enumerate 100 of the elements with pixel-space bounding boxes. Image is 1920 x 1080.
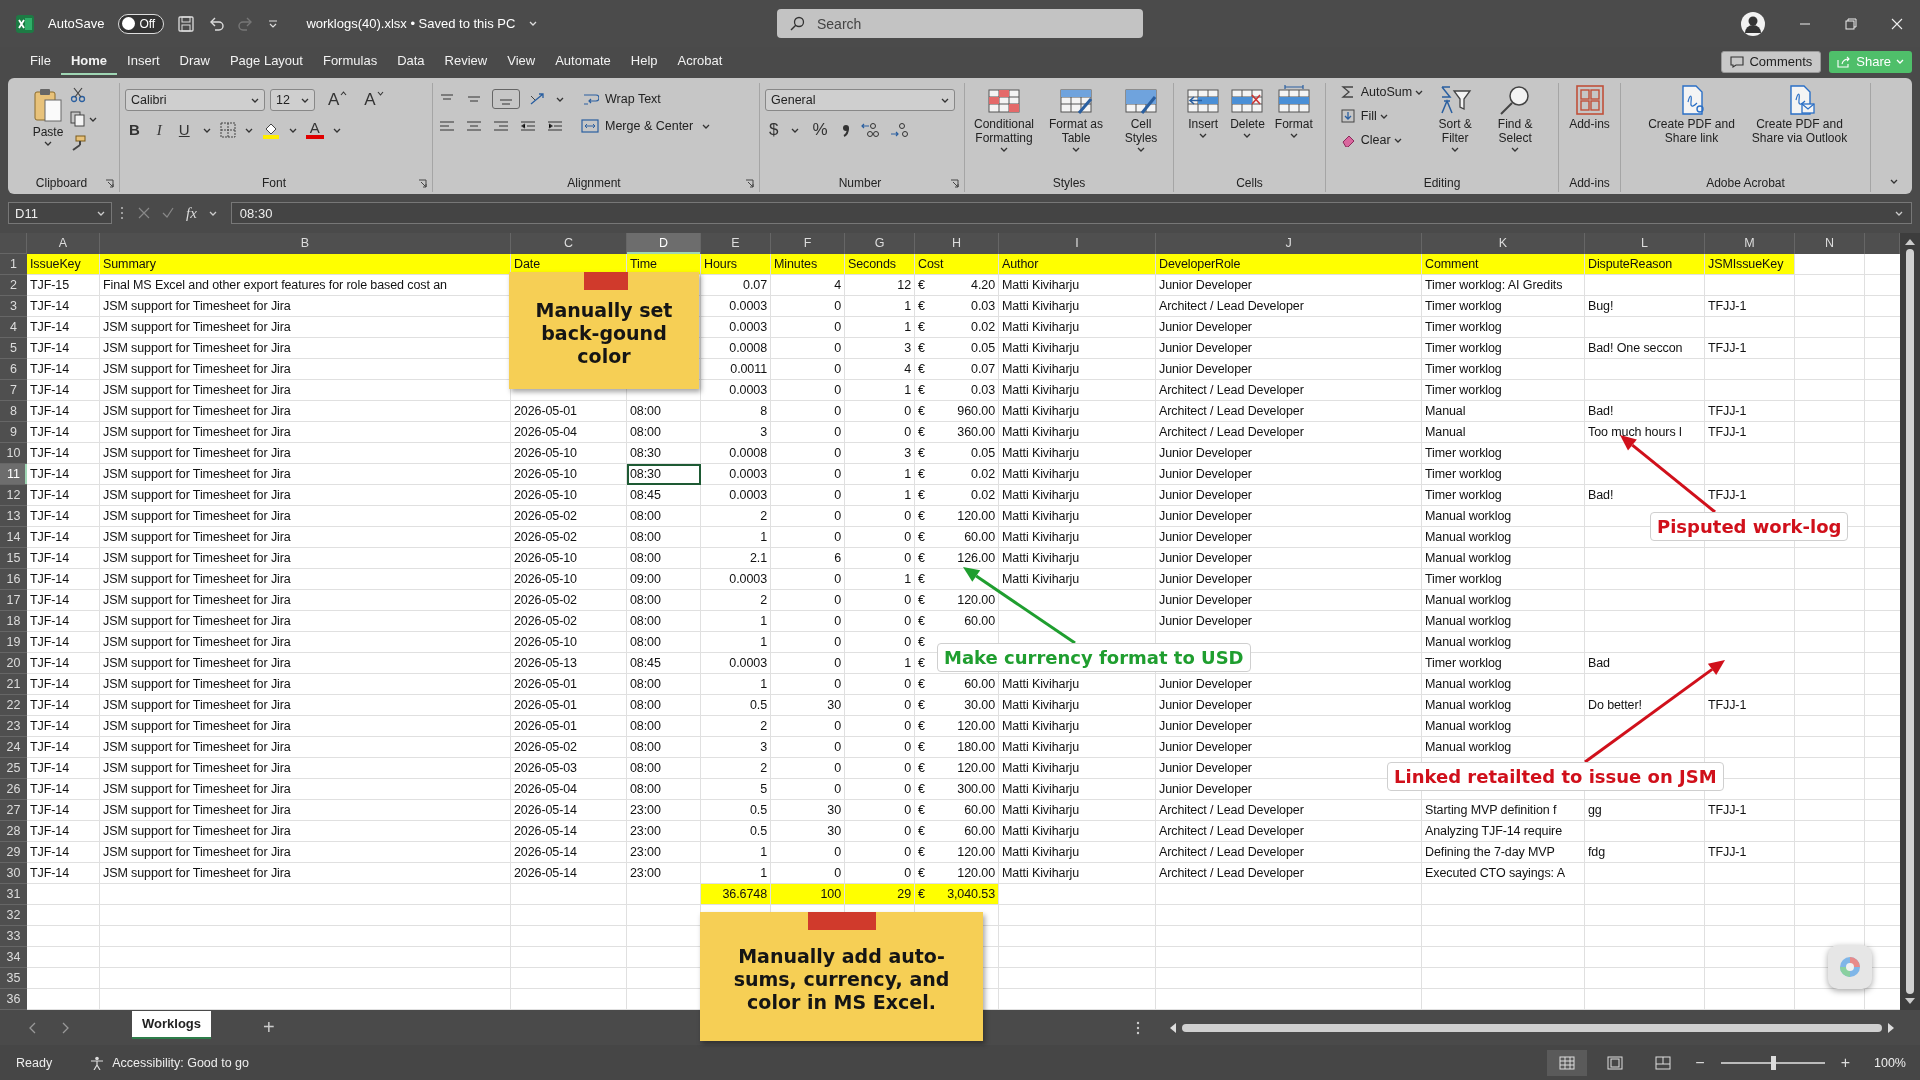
row-header[interactable]: 34 <box>0 947 27 968</box>
font-color-button[interactable]: A <box>305 121 324 139</box>
row-header[interactable]: 15 <box>0 548 27 569</box>
column-header[interactable]: F <box>771 233 845 254</box>
row-header[interactable]: 7 <box>0 380 27 401</box>
wrap-text-button[interactable]: Wrap Text <box>583 92 661 106</box>
caret-icon[interactable] <box>1511 147 1520 152</box>
caret-icon[interactable] <box>1379 113 1388 119</box>
ribbon-button[interactable]: Conditional Formatting <box>970 83 1038 154</box>
zoom-level[interactable]: 100% <box>1874 1055 1906 1070</box>
row-header[interactable]: 22 <box>0 695 27 716</box>
caret-icon[interactable] <box>301 97 309 103</box>
merge-center-button[interactable]: Merge & Center <box>581 119 694 133</box>
row-header[interactable]: 4 <box>0 317 27 338</box>
page-layout-icon[interactable] <box>1607 1055 1624 1070</box>
italic-button[interactable]: I <box>152 121 166 139</box>
customize-caret-icon[interactable] <box>268 19 279 28</box>
menu-tab[interactable]: Page Layout <box>219 48 313 75</box>
dialog-launcher-icon[interactable] <box>105 178 114 188</box>
menu-tab[interactable]: View <box>497 48 546 75</box>
table-cell[interactable]: 08:30 <box>627 464 701 485</box>
search-field[interactable]: Search <box>777 9 1143 38</box>
caret-icon[interactable] <box>702 123 711 129</box>
cancel-icon[interactable] <box>138 207 150 219</box>
document-title[interactable]: worklogs(40).xlsx • Saved to this PC <box>306 16 516 31</box>
underline-button[interactable]: U <box>174 121 194 139</box>
format-painter-icon[interactable] <box>70 135 87 151</box>
accessibility-status[interactable]: Accessibility: Good to go <box>112 1055 249 1070</box>
row-header[interactable]: 2 <box>0 275 27 296</box>
next-sheet-icon[interactable] <box>62 1021 70 1034</box>
ribbon-button[interactable]: Cell Styles <box>1114 83 1168 154</box>
column-header[interactable]: G <box>845 233 915 254</box>
fill-color-icon[interactable] <box>261 121 280 139</box>
caret-icon[interactable] <box>556 96 564 102</box>
row-header[interactable]: 20 <box>0 653 27 674</box>
row-header[interactable]: 27 <box>0 800 27 821</box>
row-header[interactable]: 29 <box>0 842 27 863</box>
row-header[interactable]: 33 <box>0 926 27 947</box>
ribbon-button[interactable]: Add-ins <box>1566 83 1613 133</box>
caret-icon[interactable] <box>1072 147 1080 152</box>
row-header[interactable]: 17 <box>0 590 27 611</box>
row-header[interactable]: 5 <box>0 338 27 359</box>
row-header[interactable]: 28 <box>0 821 27 842</box>
scissors-icon[interactable] <box>70 87 87 103</box>
column-header[interactable]: L <box>1585 233 1705 254</box>
vertical-scrollbar[interactable] <box>1900 233 1920 1010</box>
column-header[interactable]: N <box>1795 233 1865 254</box>
increase-indent-icon[interactable] <box>546 119 564 133</box>
ribbon-button[interactable]: Clear <box>1340 133 1391 147</box>
caret-icon[interactable] <box>1000 147 1008 152</box>
enter-icon[interactable] <box>162 207 174 219</box>
row-header[interactable]: 1 <box>0 254 27 275</box>
add-sheet-button[interactable]: + <box>263 1016 275 1039</box>
menu-tab[interactable]: Automate <box>545 48 621 75</box>
menu-tab[interactable]: Review <box>434 48 498 75</box>
row-header[interactable]: 24 <box>0 737 27 758</box>
menu-tab[interactable]: Insert <box>117 48 170 75</box>
column-header[interactable]: C <box>511 233 627 254</box>
column-header[interactable]: E <box>701 233 771 254</box>
row-header[interactable]: 10 <box>0 443 27 464</box>
row-header[interactable]: 9 <box>0 422 27 443</box>
menu-tab[interactable]: Help <box>620 48 668 75</box>
dialog-launcher-icon[interactable] <box>418 178 427 188</box>
caret-icon[interactable] <box>1137 147 1145 152</box>
row-header[interactable]: 14 <box>0 527 27 548</box>
zoom-slider[interactable] <box>1720 1055 1825 1070</box>
menu-tab[interactable]: Draw <box>169 48 220 75</box>
row-header[interactable]: 6 <box>0 359 27 380</box>
menu-tab[interactable]: Home <box>60 48 118 75</box>
row-header[interactable]: 30 <box>0 863 27 884</box>
comma-style-icon[interactable] <box>840 122 851 138</box>
caret-icon[interactable] <box>1199 133 1208 138</box>
ribbon-button[interactable]: Delete <box>1227 83 1268 140</box>
menu-tab[interactable]: Formulas <box>312 48 388 75</box>
caret-icon[interactable] <box>89 116 98 122</box>
ribbon-button[interactable]: Sort & Filter <box>1427 83 1484 154</box>
row-header[interactable]: 3 <box>0 296 27 317</box>
row-header[interactable]: 19 <box>0 632 27 653</box>
caret-icon[interactable] <box>791 127 800 133</box>
ribbon-button[interactable]: Create PDF and Share link <box>1639 83 1744 147</box>
percent-button[interactable]: % <box>808 121 832 139</box>
menu-tab[interactable]: Data <box>387 48 435 75</box>
increase-decimal-icon[interactable] <box>859 122 880 138</box>
caret-icon[interactable] <box>44 141 52 146</box>
ribbon-button[interactable]: Insert <box>1183 83 1224 140</box>
row-header[interactable]: 35 <box>0 968 27 989</box>
caret-icon[interactable] <box>1890 179 1898 184</box>
increase-font-size-button[interactable]: A <box>324 91 352 109</box>
caret-icon[interactable] <box>941 97 949 103</box>
row-header[interactable]: 16 <box>0 569 27 590</box>
column-header[interactable]: M <box>1705 233 1795 254</box>
save-icon[interactable] <box>178 15 195 32</box>
name-box[interactable]: D11 <box>8 202 112 224</box>
ribbon-button[interactable]: Format as Table <box>1042 83 1110 154</box>
decrease-font-size-button[interactable]: A <box>360 91 388 109</box>
caret-icon[interactable] <box>1393 137 1402 143</box>
column-header[interactable]: I <box>999 233 1156 254</box>
row-header[interactable]: 21 <box>0 674 27 695</box>
ribbon-button[interactable]: Create PDF and Share via Outlook <box>1747 83 1852 147</box>
row-header[interactable]: 36 <box>0 989 27 1010</box>
